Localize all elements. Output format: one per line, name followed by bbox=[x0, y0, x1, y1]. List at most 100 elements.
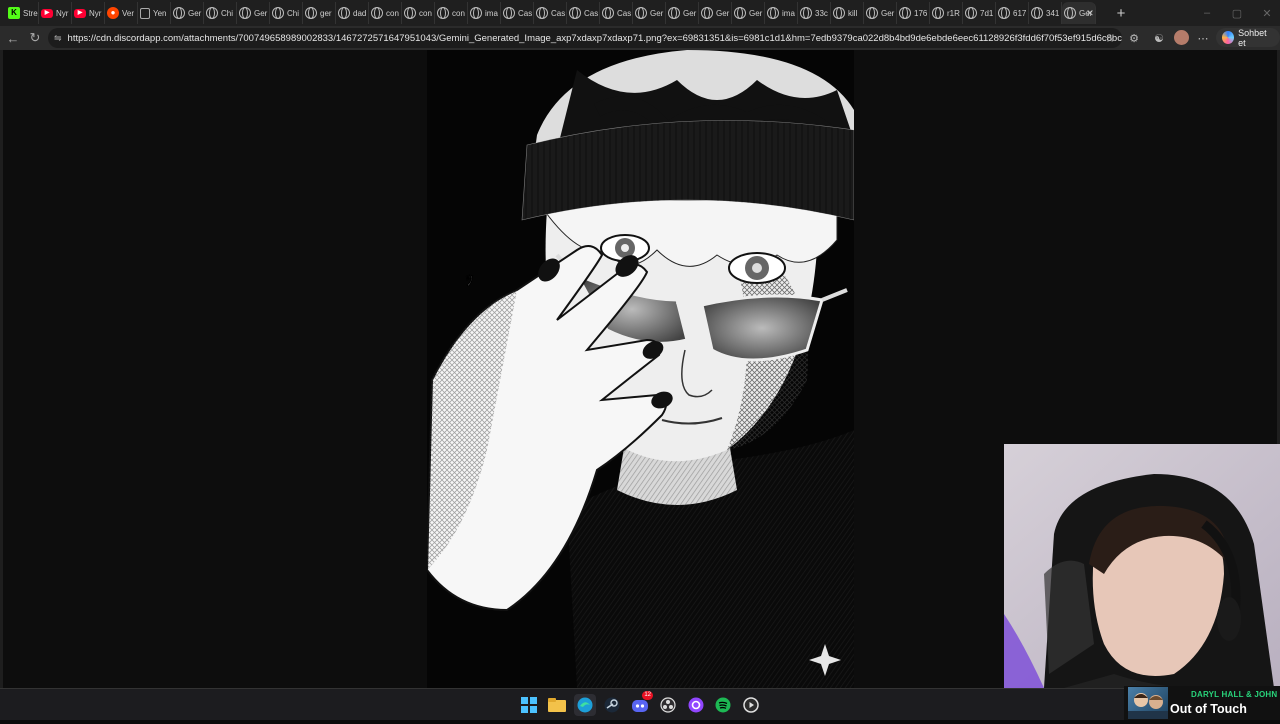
browser-tab[interactable]: Yen bbox=[138, 2, 171, 24]
browser-tab[interactable]: 617 bbox=[996, 2, 1029, 24]
tab-label: Ger bbox=[683, 8, 697, 18]
media-player-icon[interactable] bbox=[740, 694, 762, 716]
browser-tab[interactable]: Ger bbox=[699, 2, 732, 24]
globe-icon bbox=[899, 7, 911, 19]
tab-label: Ger bbox=[716, 8, 730, 18]
browser-extension-icon[interactable]: ☯ bbox=[1151, 30, 1167, 46]
browser-tab[interactable]: ima bbox=[765, 2, 798, 24]
globe-icon bbox=[305, 7, 317, 19]
tab-label: Cas bbox=[518, 8, 533, 18]
browser-tab[interactable]: Cas bbox=[600, 2, 633, 24]
obs-icon[interactable] bbox=[657, 694, 679, 716]
browser-tab[interactable]: Chi bbox=[270, 2, 303, 24]
globe-icon bbox=[1031, 7, 1043, 19]
tab-label: Ver bbox=[122, 8, 135, 18]
discord-icon[interactable]: 12 bbox=[629, 691, 653, 716]
browser-tab[interactable]: con bbox=[402, 2, 435, 24]
globe-icon bbox=[569, 7, 581, 19]
close-window-button[interactable]: ✕ bbox=[1252, 0, 1280, 26]
tab-label: con bbox=[452, 8, 465, 18]
close-tab-icon[interactable]: ✕ bbox=[1084, 8, 1096, 19]
browser-tab[interactable]: 7d1 bbox=[963, 2, 996, 24]
browser-tab[interactable]: Ger bbox=[732, 2, 765, 24]
maximize-button[interactable]: ▢ bbox=[1222, 0, 1252, 26]
tab-label: Cas bbox=[584, 8, 599, 18]
copilot-label: Sohbet et bbox=[1238, 27, 1267, 48]
browser-tab[interactable]: 33c bbox=[798, 2, 831, 24]
browser-tab[interactable]: Ger bbox=[666, 2, 699, 24]
url-field[interactable]: ⇋ https://cdn.discordapp.com/attachments… bbox=[48, 28, 1122, 48]
browser-tab[interactable]: Chi bbox=[204, 2, 237, 24]
browser-tab[interactable]: ● Ver bbox=[105, 2, 138, 24]
new-tab-button[interactable]: + bbox=[1110, 2, 1132, 24]
tab-label: Cas bbox=[617, 8, 632, 18]
album-cover bbox=[1128, 687, 1168, 719]
copilot-button[interactable]: Sohbet et bbox=[1216, 27, 1280, 48]
browser-tab[interactable]: Ger bbox=[633, 2, 666, 24]
track-title: Out of Touch bbox=[1170, 702, 1247, 716]
browser-tab[interactable]: r1R bbox=[930, 2, 963, 24]
browser-tab[interactable]: K Stre bbox=[6, 2, 39, 24]
browser-tab[interactable]: ▶ Nyr bbox=[39, 2, 72, 24]
browser-tab[interactable]: Ger bbox=[171, 2, 204, 24]
now-playing-widget: DARYL HALL & JOHN OATES Out of Touch bbox=[1124, 686, 1280, 720]
tab-strip: K Stre ▶ Nyr ▶ Nyr ● Ver Yen Ger Chi Ger Chi ger dad co… bbox=[0, 0, 1280, 26]
globe-icon bbox=[371, 7, 383, 19]
tab-label: 176 bbox=[914, 8, 928, 18]
tab-label: 33c bbox=[815, 8, 828, 18]
browser-tab[interactable]: ger bbox=[303, 2, 336, 24]
manga-portrait-image: ｯ bbox=[427, 50, 854, 688]
globe-icon bbox=[503, 7, 515, 19]
youtube-icon: ▶ bbox=[74, 8, 86, 18]
browser-tab[interactable]: con bbox=[369, 2, 402, 24]
url-text: https://cdn.discordapp.com/attachments/7… bbox=[67, 32, 1122, 44]
globe-icon bbox=[701, 7, 713, 19]
tab-label: Yen bbox=[153, 8, 167, 18]
extensions-icon[interactable]: ⚙ bbox=[1126, 30, 1142, 46]
artist-name: DARYL HALL & JOHN OATES bbox=[1191, 690, 1279, 699]
edge-icon[interactable] bbox=[574, 694, 596, 716]
more-menu-icon[interactable]: ⋯ bbox=[1195, 30, 1211, 46]
site-info-icon[interactable]: ⇋ bbox=[54, 33, 62, 44]
tab-label: con bbox=[419, 8, 432, 18]
tab-label: Cas bbox=[551, 8, 566, 18]
browser-tab[interactable]: 176 bbox=[897, 2, 930, 24]
windows-taskbar: 12 bbox=[0, 688, 1280, 720]
profile-avatar[interactable] bbox=[1174, 30, 1189, 45]
tab-label: 341 bbox=[1046, 8, 1060, 18]
browser-tab[interactable]: 341 bbox=[1029, 2, 1062, 24]
copilot-icon bbox=[1222, 31, 1235, 44]
windows-start-icon[interactable] bbox=[518, 694, 540, 716]
globe-icon bbox=[338, 7, 350, 19]
refresh-icon[interactable]: ↻ bbox=[24, 27, 46, 49]
globe-icon bbox=[437, 7, 449, 19]
tab-label: 7d1 bbox=[980, 8, 994, 18]
globe-icon bbox=[767, 7, 779, 19]
browser-tab[interactable]: kill bbox=[831, 2, 864, 24]
browser-tab[interactable]: Cas bbox=[501, 2, 534, 24]
sfx-glyph: ｯ bbox=[465, 269, 474, 290]
browser-tab[interactable]: con bbox=[435, 2, 468, 24]
browser-tab[interactable]: dad bbox=[336, 2, 369, 24]
tab-label: r1R bbox=[947, 8, 960, 18]
youtube-icon: ▶ bbox=[41, 8, 53, 18]
globe-icon bbox=[635, 7, 647, 19]
favorite-star-icon[interactable]: ☆ bbox=[1102, 30, 1118, 46]
browser-tab[interactable]: Cas bbox=[534, 2, 567, 24]
browser-tab[interactable]: Ger bbox=[864, 2, 897, 24]
steam-icon[interactable] bbox=[601, 694, 623, 716]
tab-label: Nyr bbox=[56, 8, 69, 18]
browser-tab[interactable]: ▶ Nyr bbox=[72, 2, 105, 24]
browser-tab[interactable]: Cas bbox=[567, 2, 600, 24]
twitch-icon[interactable] bbox=[685, 694, 707, 716]
reddit-icon: ● bbox=[107, 7, 119, 19]
browser-tab[interactable]: Ger bbox=[237, 2, 270, 24]
globe-icon bbox=[998, 7, 1010, 19]
file-explorer-icon[interactable] bbox=[546, 694, 568, 716]
minimize-button[interactable]: – bbox=[1192, 0, 1222, 26]
tab-list: K Stre ▶ Nyr ▶ Nyr ● Ver Yen Ger Chi Ger Chi ger dad co… bbox=[6, 0, 1096, 26]
spotify-icon[interactable] bbox=[712, 694, 734, 716]
browser-tab[interactable]: ima bbox=[468, 2, 501, 24]
back-arrow-icon[interactable]: ← bbox=[2, 27, 24, 49]
globe-icon bbox=[734, 7, 746, 19]
